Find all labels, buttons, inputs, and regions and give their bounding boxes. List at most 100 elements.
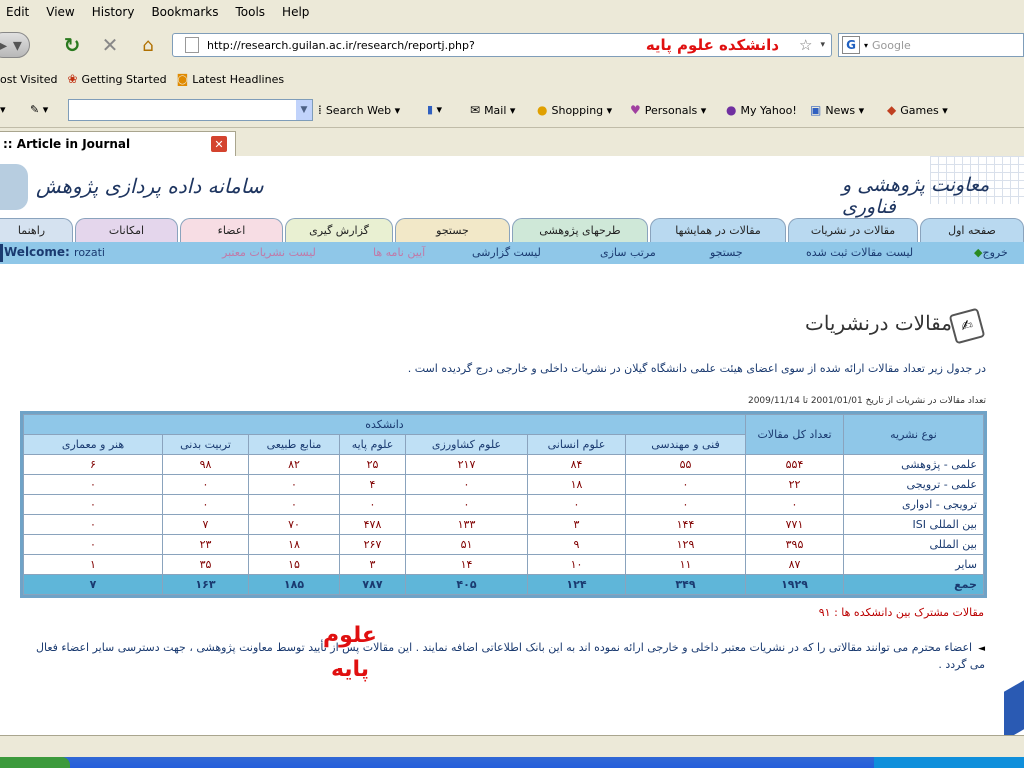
stop-icon[interactable]: ✕	[98, 32, 122, 58]
faculty-value-cell: ۱۰	[527, 554, 626, 575]
yahoo-personals-button[interactable]: ♥ Personals ▾	[630, 103, 706, 117]
yahoo-search-input[interactable]: ▼	[68, 99, 313, 121]
tab-home[interactable]: صفحه اول	[920, 218, 1024, 242]
status-bar	[0, 735, 1024, 757]
tab-reports[interactable]: گزارش گیری	[285, 218, 393, 242]
menu-help[interactable]: Help	[282, 5, 309, 19]
yahoo-mail-button[interactable]: ✉ Mail ▾	[470, 103, 515, 117]
table-row: بین المللی ISI ۷۷۱ ۱۴۴ ۳ ۱۳۳ ۴۷۸ ۷۰ ۷ ۰	[23, 514, 984, 535]
faculty-value-cell: ۲۳	[162, 534, 249, 555]
welcome-message: Welcome: rozati	[4, 245, 105, 259]
faculty-value-cell: ۱۳۳	[405, 514, 528, 535]
tab-journal-articles[interactable]: مقالات در نشریات	[788, 218, 918, 242]
bookmark-star-icon[interactable]: ☆	[799, 36, 812, 54]
faculty-value-cell: ۱۸	[248, 534, 340, 555]
bookmark-label: ost Visited	[0, 72, 58, 86]
subnav-search[interactable]: جستجو	[710, 246, 743, 259]
journal-article-icon: ✍	[948, 307, 986, 345]
faculty-value-cell: ۱۶۳	[162, 574, 249, 595]
shield-icon[interactable]: ▮ ▾	[427, 103, 442, 116]
bookmark-latest-headlines[interactable]: ◙ Latest Headlines	[177, 72, 285, 86]
bookmark-most-visited[interactable]: ost Visited	[0, 73, 57, 86]
navigation-toolbar: ▸ ▾ ↻ ✕ ⌂ http://research.guilan.ac.ir/r…	[0, 24, 1024, 66]
home-icon[interactable]: ⌂	[136, 32, 160, 58]
tab-strip: :: Article in Journal ✕	[0, 128, 1024, 156]
bullet-icon: ◄	[978, 644, 985, 654]
my-yahoo-button[interactable]: ● My Yahoo!	[726, 103, 797, 117]
faculty-value-cell: ۰	[339, 494, 406, 515]
tab-conference-articles[interactable]: مقالات در همایشها	[650, 218, 786, 242]
tab-research-projects[interactable]: طرحهای پژوهشی	[512, 218, 648, 242]
yahoo-games-button[interactable]: ◆ Games ▾	[887, 103, 948, 117]
main-nav-tabs: صفحه اول مقالات در نشریات مقالات در همای…	[0, 218, 1024, 242]
pencil-icon[interactable]: ✎ ▾	[30, 103, 48, 116]
faculty-value-cell: ۱۵	[248, 554, 340, 575]
table-total-row: جمع ۱۹۲۹ ۳۴۹ ۱۲۴ ۴۰۵ ۷۸۷ ۱۸۵ ۱۶۳ ۷	[23, 574, 984, 595]
total-cell: ۵۵۴	[745, 454, 844, 475]
subnav-registered-articles[interactable]: لیست مقالات ثبت شده	[806, 246, 913, 259]
my-yahoo-icon: ●	[726, 103, 737, 117]
url-dropdown-icon[interactable]: ▾	[820, 40, 825, 50]
articles-table: نوع نشریه تعداد کل مقالات دانشکده فنی و …	[20, 411, 987, 598]
date-range-text: تعداد مقالات در نشریات از تاریخ 2001/01/…	[747, 396, 986, 406]
faculty-value-cell: ۱۱	[625, 554, 746, 575]
tab-search[interactable]: جستجو	[395, 218, 510, 242]
close-tab-icon[interactable]: ✕	[211, 136, 227, 152]
subnav-regulations[interactable]: آیین نامه ها	[373, 246, 425, 259]
url-text[interactable]: http://research.guilan.ac.ir/research/re…	[207, 39, 646, 52]
faculty-value-cell: ۲۶۷	[339, 534, 406, 555]
total-cell: ۲۲	[745, 474, 844, 495]
subnav-valid-journals[interactable]: لیست نشریات معتبر	[222, 246, 316, 259]
menu-history[interactable]: History	[92, 5, 135, 19]
reload-icon[interactable]: ↻	[60, 32, 84, 58]
bookmark-getting-started[interactable]: ❀ Getting Started	[67, 72, 166, 86]
menu-view[interactable]: View	[46, 5, 74, 19]
tab-facilities[interactable]: امکانات	[75, 218, 178, 242]
col-header-faculty-group: دانشکده	[23, 414, 746, 435]
engine-dropdown-icon[interactable]: ▾	[864, 41, 868, 50]
chevron-down-icon[interactable]: ▼	[296, 100, 312, 120]
journal-type-cell: بین المللی	[843, 534, 984, 555]
subnav-report-list[interactable]: لیست گزارشی	[472, 246, 541, 259]
tab-help[interactable]: راهنما	[0, 218, 73, 242]
note-text: اعضاء محترم می توانند مقالاتی را که در ن…	[35, 641, 985, 671]
col-header-journal-type: نوع نشریه	[843, 414, 984, 455]
google-engine-icon[interactable]: G	[842, 36, 860, 54]
table-row: بین المللی ۳۹۵ ۱۲۹ ۹ ۵۱ ۲۶۷ ۱۸ ۲۳ ۰	[23, 534, 984, 555]
start-button[interactable]	[0, 757, 70, 768]
faculty-value-cell: ۰	[625, 474, 746, 495]
separator-icon: ⁞	[318, 103, 322, 117]
search-box[interactable]: G ▾ Google	[838, 33, 1024, 57]
web-page: سامانه داده پردازی پژوهش معاونت پژوهشی و…	[0, 156, 1024, 735]
yahoo-shopping-button[interactable]: ● Shopping ▾	[537, 103, 612, 117]
menu-tools[interactable]: Tools	[235, 5, 265, 19]
games-icon: ◆	[887, 103, 897, 117]
faculty-value-cell: ۰	[162, 494, 249, 515]
site-banner: سامانه داده پردازی پژوهش معاونت پژوهشی و…	[0, 156, 1024, 218]
subnav-sort[interactable]: مرتب سازی	[600, 246, 656, 259]
tab-article-in-journal[interactable]: :: Article in Journal ✕	[0, 131, 236, 156]
department-title: معاونت پژوهشی و فناوری	[842, 174, 990, 218]
menu-edit[interactable]: Edit	[6, 5, 29, 19]
faculty-value-cell: ۴۷۸	[339, 514, 406, 535]
total-cell: ۱۹۲۹	[745, 574, 844, 595]
yahoo-search-web-button[interactable]: ⁞ Search Web ▾	[318, 103, 400, 117]
research-logo-icon	[0, 164, 28, 210]
taskbar	[0, 757, 1024, 768]
address-bar[interactable]: http://research.guilan.ac.ir/research/re…	[172, 33, 832, 57]
journal-type-cell: علمی - ترویجی	[843, 474, 984, 495]
menu-bookmarks[interactable]: Bookmarks	[151, 5, 218, 19]
faculty-value-cell: ۰	[23, 534, 163, 555]
faculty-value-cell: ۰	[162, 474, 249, 495]
table-row: علمی - ترویجی ۲۲ ۰ ۱۸ ۰ ۴ ۰ ۰ ۰	[23, 474, 984, 495]
back-forward-button[interactable]: ▸ ▾	[0, 32, 30, 58]
faculty-value-cell: ۳۵	[162, 554, 249, 575]
yahoo-logo-icon[interactable]: ▾	[0, 103, 6, 116]
description-text: در جدول زیر تعداد مقالات ارائه شده از سو…	[407, 362, 986, 375]
tab-members[interactable]: اعضاء	[180, 218, 283, 242]
subnav-logout[interactable]: ◆خروج	[974, 246, 1008, 259]
welcome-label: Welcome:	[4, 245, 70, 259]
yahoo-news-button[interactable]: ▣ News ▾	[810, 103, 864, 117]
faculty-value-cell: ۲۵	[339, 454, 406, 475]
url-overlay-annotation: دانشکده علوم پایه	[645, 36, 780, 54]
